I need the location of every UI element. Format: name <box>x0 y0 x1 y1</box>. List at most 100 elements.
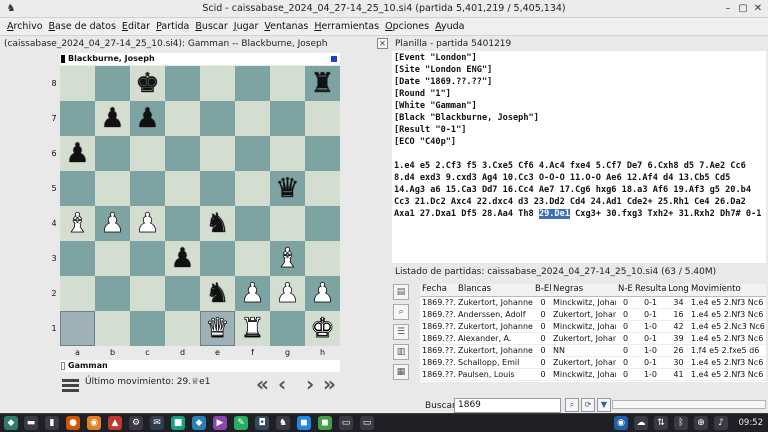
menu-item-4[interactable]: Buscar <box>192 21 230 32</box>
start-icon[interactable]: ◆ <box>4 416 18 430</box>
square-e3[interactable] <box>200 241 235 276</box>
white-pawn-icon[interactable]: ♟ <box>310 280 335 308</box>
app-icon-blue[interactable]: ◼ <box>297 416 311 430</box>
square-h2[interactable]: ♟ <box>305 276 340 311</box>
menu-item-6[interactable]: Ventanas <box>261 21 311 32</box>
table-row[interactable]: 1869.??.?? Paulsen, Louis 0 Minckwitz, Joha… <box>420 369 766 381</box>
tree-icon[interactable]: ☰ <box>393 324 409 340</box>
black-rook-icon[interactable]: ♜ <box>310 70 334 97</box>
square-f6[interactable] <box>235 136 270 171</box>
square-h8[interactable]: ♜ <box>305 66 340 101</box>
white-pawn-icon[interactable]: ♟ <box>275 280 300 308</box>
board-menu-icon[interactable] <box>62 379 79 393</box>
board-pane-close-icon[interactable]: ✕ <box>377 38 388 49</box>
square-b5[interactable] <box>95 171 130 206</box>
square-d5[interactable] <box>165 171 200 206</box>
black-knight-icon[interactable]: ♞ <box>205 280 229 307</box>
square-g3[interactable]: ♝ <box>270 241 305 276</box>
menu-item-8[interactable]: Opciones <box>382 21 432 32</box>
table-row[interactable]: 1869.??.??MacDonnell0Wisker01-0471.f4 c5… <box>420 381 766 382</box>
window-list-icon[interactable]: ▭ <box>339 416 353 430</box>
browser-icon[interactable]: ● <box>66 416 80 430</box>
next-move-icon[interactable]: › <box>306 372 314 396</box>
media-icon[interactable]: ▶ <box>213 416 227 430</box>
files-icon[interactable]: ▬ <box>24 416 38 430</box>
white-bishop-icon[interactable]: ♝ <box>275 245 300 273</box>
menu-item-3[interactable]: Partida <box>153 21 192 32</box>
square-b1[interactable] <box>95 311 130 346</box>
firefox-icon[interactable]: ◉ <box>87 416 101 430</box>
menu-item-2[interactable]: Editar <box>119 21 153 32</box>
square-f8[interactable] <box>235 66 270 101</box>
bluetooth-icon[interactable]: ᛒ <box>674 416 688 430</box>
square-c4[interactable]: ♟ <box>130 206 165 241</box>
square-c7[interactable]: ♟ <box>130 101 165 136</box>
board-icon[interactable]: ▦ <box>393 364 409 380</box>
moves-after[interactable]: Cxg3+ 30.fxg3 Txh2+ 31.Rxh2 Dh7# 0-1 <box>575 209 761 219</box>
square-a8[interactable] <box>60 66 95 101</box>
square-h6[interactable] <box>305 136 340 171</box>
square-c2[interactable] <box>130 276 165 311</box>
stats-icon[interactable]: ▥ <box>393 344 409 360</box>
menu-item-0[interactable]: Archivo <box>4 21 46 32</box>
square-c8[interactable]: ♚ <box>130 66 165 101</box>
filter-icon[interactable]: ▼ <box>597 398 611 412</box>
square-a1[interactable] <box>60 311 95 346</box>
chat-icon[interactable]: ◆ <box>192 416 206 430</box>
refresh-icon[interactable]: ⟳ <box>581 398 595 412</box>
square-d8[interactable] <box>165 66 200 101</box>
square-g4[interactable] <box>270 206 305 241</box>
column-header[interactable]: Resultado <box>634 284 666 295</box>
white-bishop-icon[interactable]: ♝ <box>65 210 90 238</box>
white-queen-icon[interactable]: ♛ <box>205 315 230 343</box>
app-icon-red[interactable]: ▲ <box>108 416 122 430</box>
minimize-icon[interactable]: – <box>722 3 734 15</box>
table-row[interactable]: 1869.??.??Zukertort, Johannes 0 NN 0 1-0 26 1.… <box>420 345 766 357</box>
square-a7[interactable] <box>60 101 95 136</box>
square-e6[interactable] <box>200 136 235 171</box>
square-d4[interactable] <box>165 206 200 241</box>
square-g2[interactable]: ♟ <box>270 276 305 311</box>
square-b6[interactable] <box>95 136 130 171</box>
column-header[interactable]: Long <box>667 284 689 295</box>
white-king-icon[interactable]: ♚ <box>310 315 335 343</box>
square-d3[interactable]: ♟ <box>165 241 200 276</box>
square-f4[interactable] <box>235 206 270 241</box>
column-header[interactable]: N-Elo <box>617 284 633 295</box>
square-b7[interactable]: ♟ <box>95 101 130 136</box>
square-b4[interactable]: ♟ <box>95 206 130 241</box>
square-f1[interactable]: ♜ <box>235 311 270 346</box>
column-header[interactable]: Movimiento <box>690 284 766 295</box>
square-f7[interactable] <box>235 101 270 136</box>
editor-icon[interactable]: ✎ <box>234 416 248 430</box>
square-h4[interactable] <box>305 206 340 241</box>
black-pawn-icon[interactable]: ♟ <box>135 105 159 132</box>
search-icon[interactable]: ⌕ <box>565 398 579 412</box>
black-pawn-icon[interactable]: ♟ <box>100 105 124 132</box>
square-e4[interactable]: ♞ <box>200 206 235 241</box>
menu-item-7[interactable]: Herramientas <box>311 21 382 32</box>
last-move-icon[interactable]: » <box>323 372 336 396</box>
square-a4[interactable]: ♝ <box>60 206 95 241</box>
square-a3[interactable] <box>60 241 95 276</box>
square-g6[interactable] <box>270 136 305 171</box>
table-row[interactable]: 1869.??.??Zukertort, Johannes 0 Minckwitz,… <box>420 297 766 309</box>
table-row[interactable]: 1869.??.??Schallopp, Emil 0 Zukertort, Joh… <box>420 357 766 369</box>
column-header[interactable]: Negras <box>552 284 616 295</box>
tray-icon-3[interactable]: ⇅ <box>654 416 668 430</box>
camera-icon[interactable]: ◘ <box>255 416 269 430</box>
table-row[interactable]: 1869.??.??Alexander, A. 0 Zukertort, Johan… <box>420 333 766 345</box>
square-h3[interactable] <box>305 241 340 276</box>
square-c5[interactable] <box>130 171 165 206</box>
square-a6[interactable]: ♟ <box>60 136 95 171</box>
software-icon[interactable]: ■ <box>171 416 185 430</box>
square-h5[interactable] <box>305 171 340 206</box>
square-b3[interactable] <box>95 241 130 276</box>
square-e7[interactable] <box>200 101 235 136</box>
square-g1[interactable] <box>270 311 305 346</box>
app-icon-green[interactable]: ◼ <box>318 416 332 430</box>
open-book-icon[interactable]: ▤ <box>393 284 409 300</box>
table-row[interactable]: 1869.??.??Zukertort, Johannes 0 Minckwitz,… <box>420 321 766 333</box>
column-header[interactable]: Blancas <box>457 284 533 295</box>
square-d2[interactable] <box>165 276 200 311</box>
